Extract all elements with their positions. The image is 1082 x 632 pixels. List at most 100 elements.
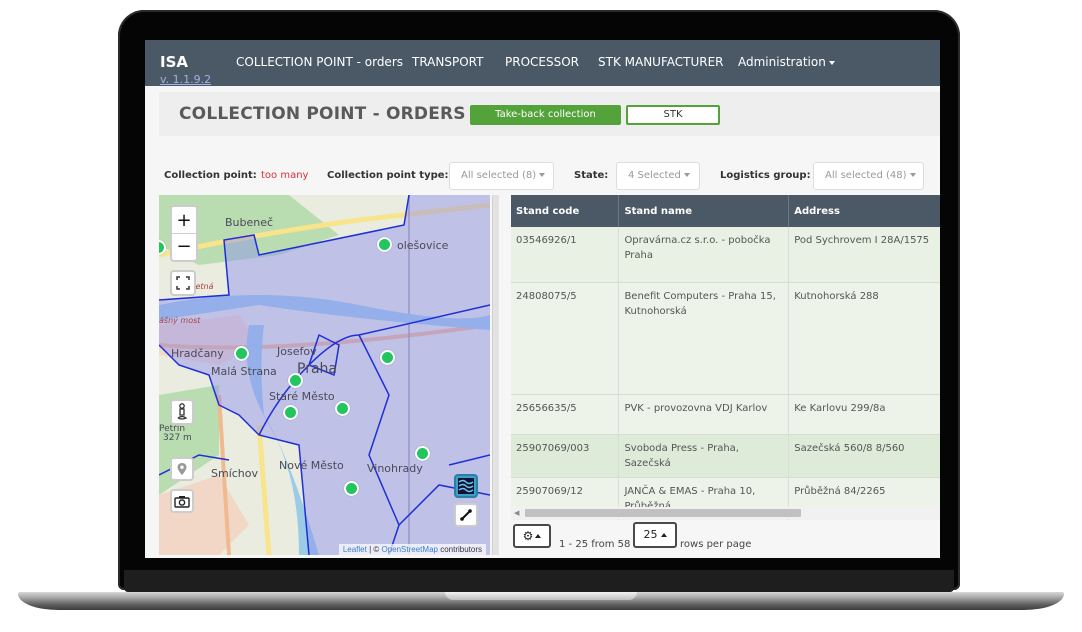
table-horizontal-scrollbar[interactable]: ◀ <box>511 507 940 519</box>
fullscreen-icon <box>176 276 190 290</box>
collection-point-type-value: All selected (8) <box>461 170 537 181</box>
map-label-mala-strana: Malá Strana <box>211 365 277 378</box>
map-attribution: Leaflet | © OpenStreetMap contributors <box>338 544 486 555</box>
collection-point-type-select[interactable]: All selected (8) <box>449 162 554 190</box>
map-label-petrin-elevation: 327 m <box>163 433 192 443</box>
table-settings-button[interactable]: ⚙ <box>513 524 551 548</box>
top-navbar: ISA v. 1.1.9.2 COLLECTION POINT - orders… <box>145 40 940 86</box>
pegman-icon <box>177 403 188 420</box>
cell-address: Pod Sychrovem I 28A/1575 <box>788 227 940 283</box>
attribution-suffix: contributors <box>437 545 482 554</box>
caret-down-icon <box>539 173 546 177</box>
cell-stand-name: Svoboda Press - Praha, Sazečská <box>618 434 790 478</box>
cell-stand-name: PVK - provozovna VDJ Karlov <box>618 394 790 435</box>
map-label-stare-mesto: Staré Město <box>269 390 335 403</box>
nav-collection-point-orders[interactable]: COLLECTION POINT - orders <box>236 55 403 69</box>
locate-button[interactable] <box>170 457 194 481</box>
map-marker[interactable] <box>415 446 430 461</box>
cell-address: Kutnohorská 288 <box>788 282 940 395</box>
zoom-in-button[interactable]: + <box>172 207 196 233</box>
map-label-bubenec: Bubeneč <box>225 216 274 229</box>
map-label-hradcany: Hradčany <box>171 347 224 360</box>
map-label-nove-mesto: Nové Město <box>279 459 344 472</box>
layers-button[interactable] <box>454 474 478 498</box>
state-value: 4 Selected <box>628 170 681 181</box>
map-marker[interactable] <box>283 405 298 420</box>
rows-per-page-label: rows per page <box>680 539 752 550</box>
cell-address: Ke Karlovu 299/8a <box>788 394 940 435</box>
table-header-row: Stand code Stand name Address <box>511 195 940 227</box>
laptop-bezel-bottom <box>124 570 954 592</box>
gear-icon: ⚙ <box>522 529 534 543</box>
table-row[interactable]: 25907069/003 Svoboda Press - Praha, Saze… <box>511 434 940 478</box>
collection-point-value: too many <box>261 170 309 181</box>
page-header: COLLECTION POINT - ORDERS Take-back coll… <box>159 92 940 136</box>
brand-logo[interactable]: ISA <box>160 53 188 71</box>
fullscreen-button[interactable] <box>170 270 196 296</box>
map-marker[interactable] <box>288 373 303 388</box>
column-header-stand-code[interactable]: Stand code <box>511 195 620 227</box>
scrollbar-thumb[interactable] <box>525 509 801 517</box>
ruler-icon <box>460 509 472 521</box>
cell-stand-code: 24808075/5 <box>511 282 620 395</box>
leaflet-link[interactable]: Leaflet <box>343 545 367 554</box>
version-link[interactable]: v. 1.1.9.2 <box>160 73 211 86</box>
caret-down-icon <box>909 173 916 177</box>
map-marker[interactable] <box>380 350 395 365</box>
take-back-collection-button[interactable]: Take-back collection <box>470 105 621 125</box>
map-label-praha: Praha <box>297 361 337 377</box>
nav-transport[interactable]: TRANSPORT <box>412 55 483 69</box>
nav-stk-manufacturer[interactable]: STK MANUFACTURER <box>598 55 724 69</box>
caret-up-icon <box>535 534 542 538</box>
collection-point-label: Collection point: <box>164 170 257 181</box>
openstreetmap-link[interactable]: OpenStreetMap <box>381 545 437 554</box>
caret-down-icon <box>683 173 690 177</box>
logistics-group-label: Logistics group: <box>720 170 811 181</box>
map-label-josefov: Josefov <box>277 345 317 358</box>
pane-splitter[interactable] <box>492 195 499 555</box>
screenshot-button[interactable] <box>170 489 194 513</box>
rows-per-page-value: 25 <box>643 528 658 541</box>
pagination-range: 1 - 25 from 58 <box>559 539 631 550</box>
map-label-smichov: Smíchov <box>211 467 259 480</box>
measure-button[interactable] <box>454 503 478 527</box>
logistics-group-value: All selected (48) <box>825 170 907 181</box>
stk-button[interactable]: STK <box>626 105 720 125</box>
table-row[interactable]: 25656635/5 PVK - provozovna VDJ Karlov K… <box>511 394 940 435</box>
cell-address: Sazečská 560/8 8/560 <box>788 434 940 478</box>
orders-table: Stand code Stand name Address 03546926/1… <box>511 195 940 520</box>
orders-table-container: Stand code Stand name Address 03546926/1… <box>511 195 940 520</box>
caret-down-icon <box>828 60 835 65</box>
map-label-holesovice: olešovice <box>397 239 449 252</box>
map-marker[interactable] <box>234 346 249 361</box>
nav-processor[interactable]: PROCESSOR <box>505 55 579 69</box>
cell-stand-code: 25656635/5 <box>511 394 620 435</box>
cell-stand-code: 03546926/1 <box>511 227 620 283</box>
app-screen: ISA v. 1.1.9.2 COLLECTION POINT - orders… <box>145 40 940 558</box>
zoom-out-button[interactable]: − <box>172 233 196 259</box>
column-header-address[interactable]: Address <box>788 195 940 227</box>
map-view[interactable]: Bubeneč olešovice Letná ášný most Hradča… <box>159 195 490 555</box>
table-row[interactable]: 24808075/5 Benefit Computers - Praha 15,… <box>511 282 940 395</box>
cell-stand-name: Opravárna.cz s.r.o. - pobočka Praha <box>618 227 790 283</box>
logistics-group-select[interactable]: All selected (48) <box>813 162 924 190</box>
cell-stand-name: Benefit Computers - Praha 15, Kutnohorsk… <box>618 282 790 395</box>
column-header-stand-name[interactable]: Stand name <box>618 195 790 227</box>
layers-icon <box>458 478 474 494</box>
caret-up-icon <box>660 533 667 537</box>
nav-administration[interactable]: Administration <box>738 55 835 69</box>
rows-per-page-select[interactable]: 25 <box>633 522 677 548</box>
cell-stand-code: 25907069/003 <box>511 434 620 478</box>
table-row[interactable]: 03546926/1 Opravárna.cz s.r.o. - pobočka… <box>511 227 940 283</box>
street-view-button[interactable] <box>170 399 194 425</box>
scroll-left-arrow-icon[interactable]: ◀ <box>514 509 519 517</box>
map-marker[interactable] <box>377 237 392 252</box>
camera-icon <box>174 495 190 508</box>
laptop-notch <box>445 592 637 600</box>
collection-point-type-label: Collection point type: <box>327 170 449 181</box>
location-pin-icon <box>177 463 187 475</box>
state-select[interactable]: 4 Selected <box>616 162 700 190</box>
map-marker[interactable] <box>335 401 350 416</box>
state-label: State: <box>574 170 609 181</box>
map-marker[interactable] <box>344 481 359 496</box>
